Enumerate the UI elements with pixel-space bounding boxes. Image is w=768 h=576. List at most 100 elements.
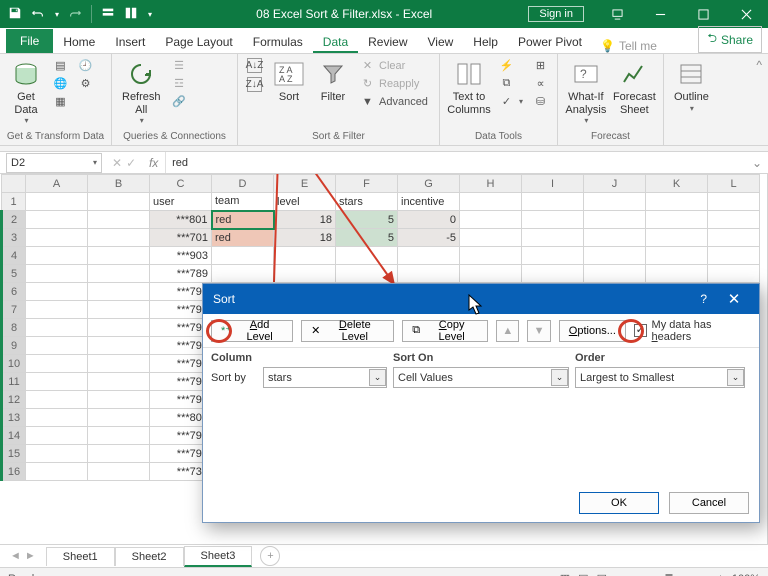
sort-button[interactable]: Z AA Z Sort xyxy=(269,57,309,106)
copy-level-button[interactable]: ⧉Copy Level xyxy=(402,320,488,342)
sort-order-combo[interactable]: Largest to Smallest⌄ xyxy=(575,367,745,388)
prev-sheet-icon[interactable]: ◄ xyxy=(10,550,21,562)
name-box[interactable]: D2▾ xyxy=(6,153,102,173)
tab-power-pivot[interactable]: Power Pivot xyxy=(508,30,592,53)
remove-dup-button[interactable]: ⧉ xyxy=(496,75,526,92)
cancel-button[interactable]: Cancel xyxy=(669,492,749,514)
qat-icon[interactable] xyxy=(101,6,115,23)
flash-fill-button[interactable]: ⚡ xyxy=(496,57,526,74)
col-header[interactable]: H xyxy=(460,175,522,193)
what-if-button[interactable]: ? What-If Analysis▾ xyxy=(564,57,608,127)
tab-help[interactable]: Help xyxy=(463,30,508,53)
ribbon-options-icon[interactable] xyxy=(596,0,639,28)
qat-customize-icon[interactable]: ▾ xyxy=(148,10,152,19)
sign-in-button[interactable]: Sign in xyxy=(528,6,584,22)
queries-button[interactable]: ☰ xyxy=(169,57,190,74)
view-normal-icon[interactable]: ▦ xyxy=(560,572,570,576)
move-up-button[interactable]: ▲ xyxy=(496,320,519,342)
save-icon[interactable] xyxy=(8,6,22,23)
recent-button[interactable]: 🕘 xyxy=(75,57,96,74)
fx-icon[interactable]: fx xyxy=(142,152,166,173)
ok-button[interactable]: OK xyxy=(579,492,659,514)
from-web-button[interactable]: 🌐 xyxy=(50,75,71,92)
col-header[interactable]: G xyxy=(398,175,460,193)
tab-home[interactable]: Home xyxy=(53,30,105,53)
tab-file[interactable]: File xyxy=(6,29,53,53)
qat-icon[interactable] xyxy=(124,6,138,23)
sort-column-combo[interactable]: stars⌄ xyxy=(263,367,387,388)
quick-access-toolbar: ▾ ▾ xyxy=(0,5,160,23)
col-header[interactable]: D xyxy=(212,175,274,193)
undo-icon[interactable] xyxy=(31,6,45,23)
clear-button[interactable]: ✕Clear xyxy=(357,57,431,74)
consolidate-button[interactable]: ⊞ xyxy=(530,57,551,74)
outline-button[interactable]: Outline▾ xyxy=(670,57,713,115)
existing-button[interactable]: ⚙ xyxy=(75,75,96,92)
select-all[interactable] xyxy=(2,175,26,193)
expand-fx-icon[interactable]: ⌄ xyxy=(746,156,768,170)
col-header[interactable]: L xyxy=(708,175,760,193)
zoom-in-icon[interactable]: + xyxy=(717,573,723,576)
col-header[interactable]: I xyxy=(522,175,584,193)
next-sheet-icon[interactable]: ► xyxy=(25,550,36,562)
advanced-button[interactable]: ▼Advanced xyxy=(357,93,431,110)
group-label: Forecast xyxy=(564,129,657,145)
share-icon: ⮌ xyxy=(707,29,717,50)
validation-button[interactable]: ✓▾ xyxy=(496,93,526,110)
sort-icon: Z AA Z xyxy=(274,59,304,89)
window-title: 08 Excel Sort & Filter.xlsx - Excel xyxy=(160,7,528,21)
sheet-tab[interactable]: Sheet3 xyxy=(184,546,253,567)
close-button[interactable] xyxy=(725,0,768,28)
options-button[interactable]: Options... xyxy=(559,320,626,342)
tab-insert[interactable]: Insert xyxy=(105,30,155,53)
reapply-button[interactable]: ↻Reapply xyxy=(357,75,431,92)
relationships-button[interactable]: ∝ xyxy=(530,75,551,92)
text-to-columns-button[interactable]: Text to Columns xyxy=(446,57,492,118)
minimize-button[interactable] xyxy=(639,0,682,28)
share-button[interactable]: ⮌Share xyxy=(698,26,762,53)
close-button[interactable]: ✕ xyxy=(719,290,749,308)
collapse-ribbon-icon[interactable]: ^ xyxy=(750,54,768,145)
col-header[interactable]: A xyxy=(26,175,88,193)
sort-on-combo[interactable]: Cell Values⌄ xyxy=(393,367,569,388)
refresh-all-button[interactable]: Refresh All▾ xyxy=(118,57,165,127)
col-header[interactable]: B xyxy=(88,175,150,193)
tab-view[interactable]: View xyxy=(418,30,464,53)
tab-data[interactable]: Data xyxy=(313,30,358,53)
filter-button[interactable]: Filter xyxy=(313,57,353,106)
col-header[interactable]: C xyxy=(150,175,212,193)
sort-az-button[interactable]: A↓Z xyxy=(244,57,265,74)
col-header[interactable]: K xyxy=(646,175,708,193)
view-page-icon[interactable]: ▤ xyxy=(578,572,588,576)
maximize-button[interactable] xyxy=(682,0,725,28)
from-table-button[interactable]: ▦ xyxy=(50,93,71,110)
properties-button[interactable]: ☲ xyxy=(169,75,190,92)
tab-page-layout[interactable]: Page Layout xyxy=(155,30,242,53)
tab-formulas[interactable]: Formulas xyxy=(243,30,313,53)
forecast-sheet-button[interactable]: Forecast Sheet xyxy=(612,57,657,118)
zoom-out-icon[interactable]: − xyxy=(615,573,621,576)
delete-level-button[interactable]: ✕Delete Level xyxy=(301,320,394,342)
col-header[interactable]: J xyxy=(584,175,646,193)
sheet-tab[interactable]: Sheet1 xyxy=(46,547,115,566)
zoom-level[interactable]: 100% xyxy=(732,573,760,576)
col-header[interactable]: E xyxy=(274,175,336,193)
tab-review[interactable]: Review xyxy=(358,30,417,53)
get-data-button[interactable]: Get Data▾ xyxy=(6,57,46,127)
data-model-button[interactable]: ⛁ xyxy=(530,93,551,110)
view-break-icon[interactable]: ▣ xyxy=(597,572,607,576)
sort-za-button[interactable]: Z↓A xyxy=(244,76,265,93)
undo-dropdown-icon[interactable]: ▾ xyxy=(55,10,59,19)
from-text-button[interactable]: ▤ xyxy=(50,57,71,74)
col-header[interactable]: F xyxy=(336,175,398,193)
has-headers-checkbox[interactable]: ✓ My data has headers xyxy=(634,319,751,343)
sheet-tabs: ◄ ► Sheet1 Sheet2 Sheet3 + xyxy=(0,544,768,567)
help-button[interactable]: ? xyxy=(700,292,707,306)
sheet-tab[interactable]: Sheet2 xyxy=(115,547,184,566)
formula-input[interactable]: red xyxy=(166,157,746,169)
tell-me[interactable]: 💡Tell me xyxy=(600,39,657,53)
move-down-button[interactable]: ▼ xyxy=(527,320,550,342)
redo-icon[interactable] xyxy=(68,6,82,23)
new-sheet-button[interactable]: + xyxy=(260,546,280,566)
edit-links-button[interactable]: 🔗 xyxy=(169,93,190,110)
